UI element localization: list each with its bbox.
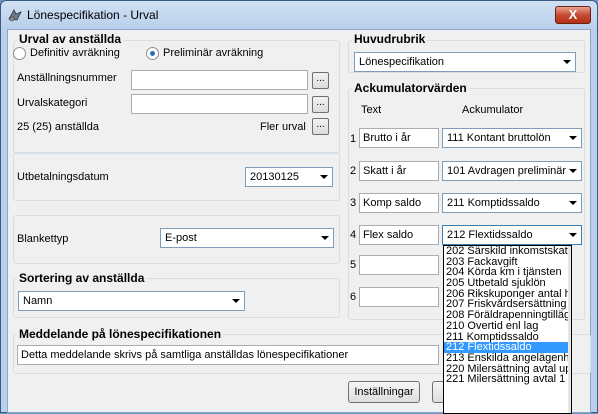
chevron-down-icon: [568, 132, 578, 144]
ackumulator-title: Ackumulatorvärden: [352, 81, 469, 95]
meddelande-input[interactable]: Detta meddelande skrivs på samtliga anst…: [17, 345, 439, 365]
dropdown-option[interactable]: 204 Körda km i tjänsten: [444, 267, 571, 278]
urvalskategori-browse-button[interactable]: ...: [312, 96, 329, 113]
utbetalningsdatum-value: 20130125: [250, 171, 299, 183]
urval-title: Urval av anställda: [17, 32, 124, 46]
sortering-select[interactable]: Namn: [18, 291, 245, 311]
chevron-down-icon: [319, 171, 329, 183]
dropdown-option[interactable]: 208 Föräldrapenningtillägg: [444, 310, 571, 321]
dropdown-option[interactable]: 203 Fackavgift: [444, 257, 571, 268]
dropdown-option[interactable]: 212 Flextidssaldo: [444, 342, 571, 353]
close-button[interactable]: X: [555, 6, 591, 24]
utbetalningsdatum-select[interactable]: 20130125: [245, 167, 333, 187]
ack-select-value: 111 Kontant bruttolön: [447, 132, 551, 144]
anstallningsnummer-input[interactable]: [131, 70, 308, 90]
dropdown-option[interactable]: 211 Komptidssaldo: [444, 332, 571, 343]
chevron-down-icon: [568, 165, 578, 177]
fler-urval-button[interactable]: ...: [312, 118, 329, 135]
radio-preliminar[interactable]: [146, 47, 159, 60]
huvudrubrik-value: Lönespecifikation: [359, 56, 445, 68]
sortering-title: Sortering av anställda: [17, 271, 147, 285]
ack-text-input[interactable]: [359, 287, 439, 307]
dialog-window: Lönespecifikation - Urval X Urval av ans…: [0, 0, 598, 414]
dropdown-option[interactable]: 210 Övertid enl lag: [444, 321, 571, 332]
dropdown-scrollbar[interactable]: [568, 246, 571, 413]
ack-dropdown-list[interactable]: 202 Särskild inkomstskatt 203 Fackavgift 2…: [443, 245, 572, 414]
row-number: 3: [350, 197, 357, 209]
radio-definitiv-label[interactable]: Definitiv avräkning: [30, 47, 120, 59]
urvalskategori-label: Urvalskategori: [17, 97, 88, 109]
ack-text-input[interactable]: [359, 255, 439, 275]
col-ack-header: Ackumulator: [462, 104, 524, 116]
huvudrubrik-select[interactable]: Lönespecifikation: [354, 52, 576, 72]
sortering-value: Namn: [23, 295, 53, 307]
ack-select-open[interactable]: 212 Flextidssaldo: [442, 225, 582, 245]
chevron-down-icon: [568, 229, 578, 241]
huvudrubrik-title: Huvudrubrik: [352, 32, 428, 46]
title-bar[interactable]: Lönespecifikation - Urval X: [1, 1, 597, 29]
dropdown-option[interactable]: 205 Utbetald sjuklön: [444, 278, 571, 289]
row-number: 6: [350, 291, 357, 303]
dialog-body: Urval av anställda Definitiv avräkning P…: [7, 29, 591, 414]
dropdown-option[interactable]: 207 Friskvårdsersättning: [444, 299, 571, 310]
window-title: Lönespecifikation - Urval: [27, 8, 159, 22]
blankettyp-value: E-post: [165, 232, 197, 244]
blankettyp-select[interactable]: E-post: [160, 228, 334, 248]
ack-select-value: 211 Komptidssaldo: [447, 197, 540, 209]
ack-select[interactable]: 101 Avdragen preliminär: [442, 161, 582, 181]
radio-definitiv[interactable]: [13, 47, 26, 60]
installningar-button[interactable]: Inställningar: [348, 381, 420, 403]
dropdown-option[interactable]: 202 Särskild inkomstskatt: [444, 246, 571, 257]
ack-text-input[interactable]: Brutto i år: [359, 128, 439, 148]
ack-select[interactable]: 111 Kontant bruttolön: [442, 128, 582, 148]
row-number: 5: [350, 259, 357, 271]
dropdown-option[interactable]: 221 Milersättning avtal 1: [444, 374, 571, 385]
ack-text-input[interactable]: Komp saldo: [359, 193, 439, 213]
dropdown-option[interactable]: 220 Milersättning avtal up: [444, 364, 571, 375]
ack-text-input[interactable]: Skatt i år: [359, 161, 439, 181]
col-text-header: Text: [361, 104, 382, 116]
fler-urval-label: Fler urval: [260, 121, 306, 133]
meddelande-title: Meddelande på lönespecifikationen: [17, 327, 224, 341]
ack-text-input[interactable]: Flex saldo: [359, 225, 439, 245]
employee-count: 25 (25) anställda: [17, 121, 99, 133]
ack-select-value: 212 Flextidssaldo: [447, 229, 533, 241]
radio-preliminar-label[interactable]: Preliminär avräkning: [163, 47, 263, 59]
row-number: 1: [350, 133, 357, 145]
anstallningsnummer-browse-button[interactable]: ...: [312, 72, 329, 89]
chevron-down-icon: [320, 232, 330, 244]
row-number: 2: [350, 165, 357, 177]
ack-select[interactable]: 211 Komptidssaldo: [442, 193, 582, 213]
urvalskategori-input[interactable]: [131, 94, 308, 114]
anstallningsnummer-label: Anställningsnummer: [17, 72, 117, 84]
row-number: 4: [350, 229, 357, 241]
dropdown-option[interactable]: 206 Rikskuponger antal h: [444, 289, 571, 300]
blankettyp-label: Blankettyp: [17, 233, 69, 245]
chevron-down-icon: [568, 197, 578, 209]
app-icon: [8, 9, 22, 22]
utbetalningsdatum-label: Utbetalningsdatum: [17, 171, 109, 183]
chevron-down-icon: [231, 295, 241, 307]
dropdown-option[interactable]: 213 Enskilda angelägenh: [444, 353, 571, 364]
ack-select-value: 101 Avdragen preliminär: [447, 165, 567, 177]
chevron-down-icon: [562, 56, 572, 68]
